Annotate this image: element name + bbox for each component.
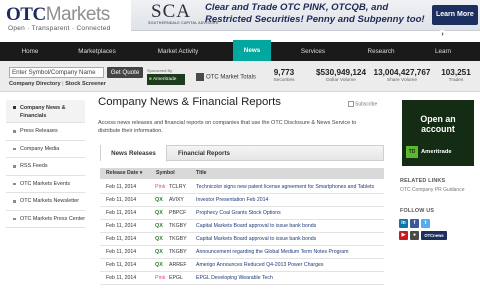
sidebar-item-company-news[interactable]: Company News & Financials (6, 100, 85, 123)
col-symbol[interactable]: Symbol (156, 168, 175, 179)
related-link-pr-guidance[interactable]: OTC Company PR Guidance (400, 187, 464, 193)
sidebar-item-events[interactable]: OTC Markets Events (6, 176, 85, 193)
table-row[interactable]: Feb 11, 2014 QX TKGBY Announcement regar… (100, 246, 384, 259)
sidebar-item-press-releases[interactable]: Press Releases (6, 123, 85, 141)
tier-badge: QX (155, 210, 163, 216)
banner-slogan: Clear and Trade OTC PINK, OTCQB, and Res… (205, 2, 425, 25)
stock-screener-link[interactable]: Stock Screener (65, 81, 106, 87)
td-logo: TD (406, 146, 418, 158)
tab-financial-reports[interactable]: Financial Reports (169, 146, 239, 161)
sponsored-by-label: Sponsored By (147, 68, 173, 73)
tier-badge: QX (155, 262, 163, 268)
table-row[interactable]: Feb 11, 2014 Pink TCLRY Technicolor sign… (100, 181, 384, 194)
twitter-icon[interactable]: t (421, 219, 430, 228)
nav-research[interactable]: Research (358, 42, 404, 61)
nav-services[interactable]: Services (290, 42, 336, 61)
stat-dollar-volume: $530,949,124 Dollar Volume (315, 68, 367, 83)
table-row[interactable]: Feb 11, 2014 QX ARREF Amerigo Announces … (100, 259, 384, 272)
flickr-icon[interactable]: ● (410, 231, 419, 240)
tier-badge: Pink (155, 275, 166, 281)
table-row[interactable]: Feb 11, 2014 Pink EPGL EPGL Developing W… (100, 272, 384, 285)
table-row[interactable]: Feb 11, 2014 QX AVIXY Investor Presentat… (100, 194, 384, 207)
subscribe-link[interactable]: Subscribe (348, 101, 377, 107)
arrow-right-icon: › (438, 30, 447, 39)
sidebar-item-newsletter[interactable]: OTC Markets Newsletter (6, 193, 85, 211)
table-row[interactable]: Feb 11, 2014 QX TKGBY Capital Markets Bo… (100, 220, 384, 233)
chart-icon (196, 73, 204, 81)
otc-markets-logo[interactable]: OTCMarkets (6, 4, 110, 26)
stat-share-volume: 13,004,427,767 Share Volume (373, 68, 431, 83)
related-links-heading: RELATED LINKS (400, 178, 446, 184)
ameritrade-sponsor-logo[interactable]: ■ Ameritrade (147, 74, 185, 85)
tagline: Open · Transparent · Connected (8, 25, 111, 32)
symbol-search-input[interactable]: Enter Symbol/Company Name (9, 67, 104, 78)
stat-securities: 9,773 Securities (273, 68, 295, 83)
tier-badge: QX (155, 223, 163, 229)
banner-brand: SCA (151, 1, 191, 22)
page-title: Company News & Financial Reports (98, 96, 281, 108)
facebook-icon[interactable]: f (410, 219, 419, 228)
sort-desc-icon: ▾ (139, 170, 143, 176)
quote-links: Company Directory | Stock Screener (9, 81, 106, 87)
youtube-icon[interactable]: ▶ (399, 231, 408, 240)
otcnews-link[interactable]: OTCnews (421, 231, 447, 240)
nav-home[interactable]: Home (8, 42, 52, 61)
market-totals-label: OTC Market Totals (196, 73, 256, 81)
main-nav: Home Marketplaces Market Activity News S… (0, 40, 480, 61)
ad-banner[interactable]: SCA SOUTHERNDALE CAPITAL ADVISORS Clear … (131, 0, 480, 39)
col-title[interactable]: Title (196, 168, 207, 179)
linkedin-icon[interactable]: in (399, 219, 408, 228)
social-links: in f t ▶ ● OTCnews (399, 219, 477, 243)
sidebar-item-press-center[interactable]: OTC Markets Press Center (6, 211, 85, 228)
nav-learn[interactable]: Learn (420, 42, 466, 61)
ad-brand: Ameritrade (421, 149, 452, 155)
news-tabs: News Releases Financial Reports (100, 145, 384, 162)
ad-headline: Open an account (420, 114, 456, 134)
left-sidebar: Company News & Financials Press Releases… (6, 100, 85, 228)
nav-news[interactable]: News (233, 40, 271, 61)
follow-us-heading: FOLLOW US (400, 208, 435, 214)
learn-more-button[interactable]: Learn More› (432, 5, 478, 39)
sidebar-item-rss-feeds[interactable]: RSS Feeds (6, 158, 85, 176)
tier-badge: QX (155, 236, 163, 242)
col-release-date[interactable]: Release Date ▾ (106, 168, 142, 179)
table-row[interactable]: Feb 11, 2014 QX TKGBY Capital Markets Bo… (100, 233, 384, 246)
rss-icon (348, 101, 354, 107)
site-header: OTCMarkets Open · Transparent · Connecte… (0, 0, 480, 40)
company-directory-link[interactable]: Company Directory (9, 81, 61, 87)
stat-trades: 103,251 Trades (441, 68, 471, 83)
get-quote-button[interactable]: Get Quote (107, 67, 143, 78)
table-row[interactable]: Feb 11, 2014 QX PBPCF Prophecy Coal Gran… (100, 207, 384, 220)
tab-news-releases[interactable]: News Releases (101, 145, 167, 162)
nav-marketplaces[interactable]: Marketplaces (66, 42, 128, 61)
sidebar-item-company-media[interactable]: Company Media (6, 141, 85, 158)
tier-badge: Pink (155, 184, 166, 190)
page-description: Access news releases and financial repor… (98, 120, 357, 134)
tier-badge: QX (155, 249, 163, 255)
td-ameritrade-ad[interactable]: Open an account TD Ameritrade (402, 100, 474, 166)
tier-badge: QX (155, 197, 163, 203)
table-header: Release Date ▾ Symbol Title (100, 168, 384, 179)
nav-market-activity[interactable]: Market Activity (146, 42, 210, 61)
quote-bar: Enter Symbol/Company Name Get Quote Comp… (0, 61, 480, 92)
